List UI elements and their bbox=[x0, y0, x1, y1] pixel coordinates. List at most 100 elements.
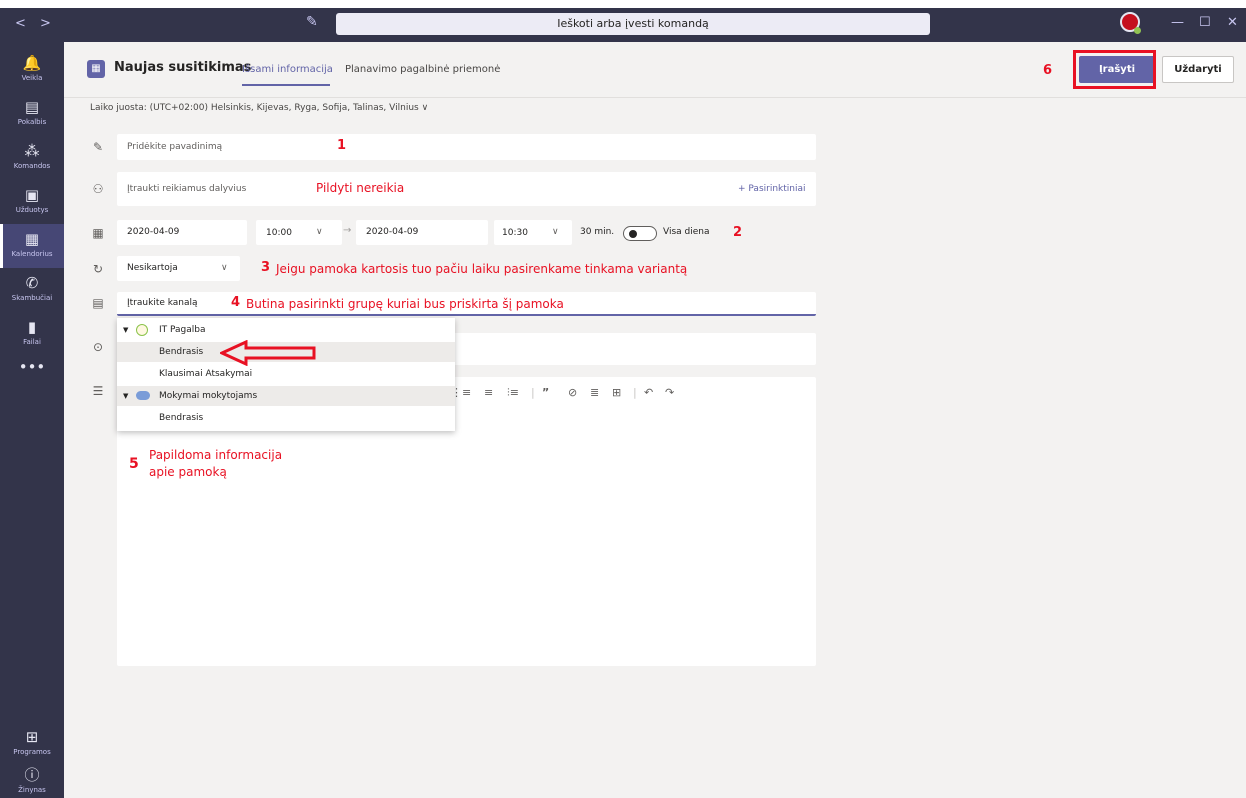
presence-status-icon bbox=[1134, 27, 1141, 34]
horizontal-rule-icon[interactable]: ≣ bbox=[590, 386, 599, 399]
all-day-label: Visa diena bbox=[663, 227, 710, 237]
title-field[interactable]: Pridėkite pavadinimą bbox=[117, 134, 816, 160]
rail-item-chat[interactable]: ▤ Pokalbis bbox=[0, 92, 64, 136]
rail-item-files[interactable]: ▮ Failai bbox=[0, 312, 64, 356]
end-time-value: 10:30 bbox=[502, 228, 528, 238]
rail-item-calls[interactable]: ✆ Skambučiai bbox=[0, 268, 64, 312]
calendar-icon: ▦ bbox=[87, 60, 105, 78]
team-avatar-icon bbox=[136, 391, 150, 400]
rail-label: Pokalbis bbox=[17, 118, 47, 126]
page-title: Naujas susitikimas bbox=[114, 60, 252, 75]
start-time-field[interactable]: 10:00 ∨ bbox=[256, 220, 342, 245]
start-time-value: 10:00 bbox=[266, 228, 292, 238]
team-group-it-pagalba[interactable]: ▼ IT Pagalba bbox=[117, 320, 455, 340]
rail-item-teams[interactable]: ⁂ Komandos bbox=[0, 136, 64, 180]
chevron-down-icon: ∨ bbox=[221, 263, 228, 273]
channel-name: Klausimai Atsakymai bbox=[159, 369, 253, 379]
assignments-icon: ▣ bbox=[24, 186, 40, 204]
repeat-dropdown[interactable]: Nesikartoja ∨ bbox=[117, 256, 240, 281]
repeat-icon: ↻ bbox=[92, 262, 104, 276]
search-input[interactable]: Ieškoti arba įvesti komandą bbox=[336, 13, 930, 35]
caret-down-icon: ▼ bbox=[123, 392, 129, 400]
channel-icon: ▤ bbox=[92, 296, 104, 310]
teams-icon: ⁂ bbox=[24, 142, 40, 160]
end-time-field[interactable]: 10:30 ∨ bbox=[494, 220, 572, 245]
channel-placeholder: Įtraukite kanalą bbox=[127, 298, 198, 308]
annotation-description-text-2: apie pamoką bbox=[149, 465, 227, 479]
annotation-number-5: 5 bbox=[129, 456, 139, 472]
caret-down-icon: ▼ bbox=[123, 326, 129, 334]
annotation-highlight-box bbox=[1073, 50, 1156, 89]
start-date-field[interactable]: 2020-04-09 bbox=[117, 220, 247, 245]
channel-option[interactable]: Klausimai Atsakymai bbox=[117, 364, 455, 384]
table-icon[interactable]: ⊞ bbox=[612, 386, 621, 399]
chat-icon: ▤ bbox=[24, 98, 40, 116]
channel-name: Bendrasis bbox=[159, 413, 204, 423]
annotation-number-2: 2 bbox=[733, 225, 743, 240]
arrow-shape bbox=[220, 340, 316, 366]
attendees-placeholder: Įtraukti reikiamus dalyvius bbox=[127, 184, 247, 194]
toolbar-divider: | bbox=[531, 386, 535, 399]
calendar-icon: ▦ bbox=[24, 230, 40, 248]
end-date-field[interactable]: 2020-04-09 bbox=[356, 220, 488, 245]
tab-active-underline bbox=[242, 84, 330, 86]
annotation-number-6: 6 bbox=[1043, 63, 1053, 78]
add-person-icon: ⚇ bbox=[92, 182, 104, 196]
minimize-button[interactable]: — bbox=[1171, 15, 1184, 30]
repeat-value: Nesikartoja bbox=[127, 263, 178, 273]
toggle-knob bbox=[629, 230, 637, 238]
pencil-icon: ✎ bbox=[92, 140, 104, 154]
link-icon[interactable]: ⊘ bbox=[568, 386, 577, 399]
description-icon: ☰ bbox=[92, 384, 104, 398]
annotation-description-text-1: Papildoma informacija bbox=[149, 448, 283, 462]
annotation-number-1: 1 bbox=[337, 138, 347, 153]
quote-icon[interactable]: ” bbox=[542, 386, 549, 399]
rail-label: Failai bbox=[23, 338, 41, 346]
optional-attendees-link[interactable]: + Pasirinktiniai bbox=[738, 184, 806, 194]
team-group-mokymai[interactable]: ▼ Mokymai mokytojams bbox=[117, 386, 455, 406]
arrow-right-icon: → bbox=[343, 225, 352, 236]
annotation-number-3: 3 bbox=[261, 260, 271, 275]
title-placeholder: Pridėkite pavadinimą bbox=[127, 142, 223, 152]
tab-details[interactable]: Išsami informacija bbox=[242, 64, 333, 75]
bullet-list-icon[interactable]: ≡ bbox=[484, 386, 493, 399]
help-icon: ⓘ bbox=[24, 766, 40, 784]
rail-item-activity[interactable]: 🔔 Veikla bbox=[0, 48, 64, 92]
team-name: Mokymai mokytojams bbox=[159, 391, 258, 401]
chevron-down-icon: ∨ bbox=[552, 227, 559, 237]
apps-icon: ⊞ bbox=[25, 728, 39, 746]
rail-label: Skambučiai bbox=[11, 294, 53, 302]
undo-icon[interactable]: ↶ bbox=[644, 386, 653, 399]
more-icon: ••• bbox=[18, 358, 46, 376]
start-date-value: 2020-04-09 bbox=[127, 227, 180, 237]
attendees-field[interactable]: Įtraukti reikiamus dalyvius + Pasirinkti… bbox=[117, 172, 816, 206]
annotation-channel-text: Butina pasirinkti grupę kuriai bus prisk… bbox=[246, 297, 564, 311]
compose-icon[interactable]: ✎ bbox=[306, 14, 318, 30]
team-name: IT Pagalba bbox=[159, 325, 206, 335]
timezone-selector[interactable]: Laiko juosta: (UTC+02:00) Helsinkis, Kij… bbox=[90, 103, 428, 113]
rail-item-assignments[interactable]: ▣ Užduotys bbox=[0, 180, 64, 224]
forward-button[interactable]: > bbox=[40, 16, 51, 31]
rail-item-help[interactable]: ⓘ Žinynas bbox=[0, 760, 64, 798]
channel-option[interactable]: Bendrasis bbox=[117, 408, 455, 428]
tab-scheduling-assistant[interactable]: Planavimo pagalbinė priemonė bbox=[345, 64, 500, 75]
calendar-small-icon: ▦ bbox=[92, 226, 104, 240]
files-icon: ▮ bbox=[27, 318, 37, 336]
rail-label: Veikla bbox=[21, 74, 43, 82]
rail-label: Užduotys bbox=[15, 206, 49, 214]
close-window-button[interactable]: ✕ bbox=[1227, 15, 1238, 30]
channel-name: Bendrasis bbox=[159, 347, 204, 357]
maximize-button[interactable]: ☐ bbox=[1199, 15, 1211, 30]
redo-icon[interactable]: ↷ bbox=[665, 386, 674, 399]
back-button[interactable]: < bbox=[15, 16, 26, 31]
rail-label: Kalendorius bbox=[11, 250, 53, 258]
toolbar-divider: | bbox=[633, 386, 637, 399]
rail-item-more[interactable]: ••• bbox=[0, 352, 64, 396]
all-day-toggle[interactable] bbox=[623, 226, 657, 241]
rail-item-calendar[interactable]: ▦ Kalendorius bbox=[0, 224, 64, 268]
phone-icon: ✆ bbox=[25, 274, 39, 292]
annotation-no-need: Pildyti nereikia bbox=[316, 181, 405, 195]
duration-label: 30 min. bbox=[580, 227, 615, 237]
close-button[interactable]: Uždaryti bbox=[1162, 56, 1234, 83]
indent-icon[interactable]: ⫶≡ bbox=[507, 386, 519, 400]
